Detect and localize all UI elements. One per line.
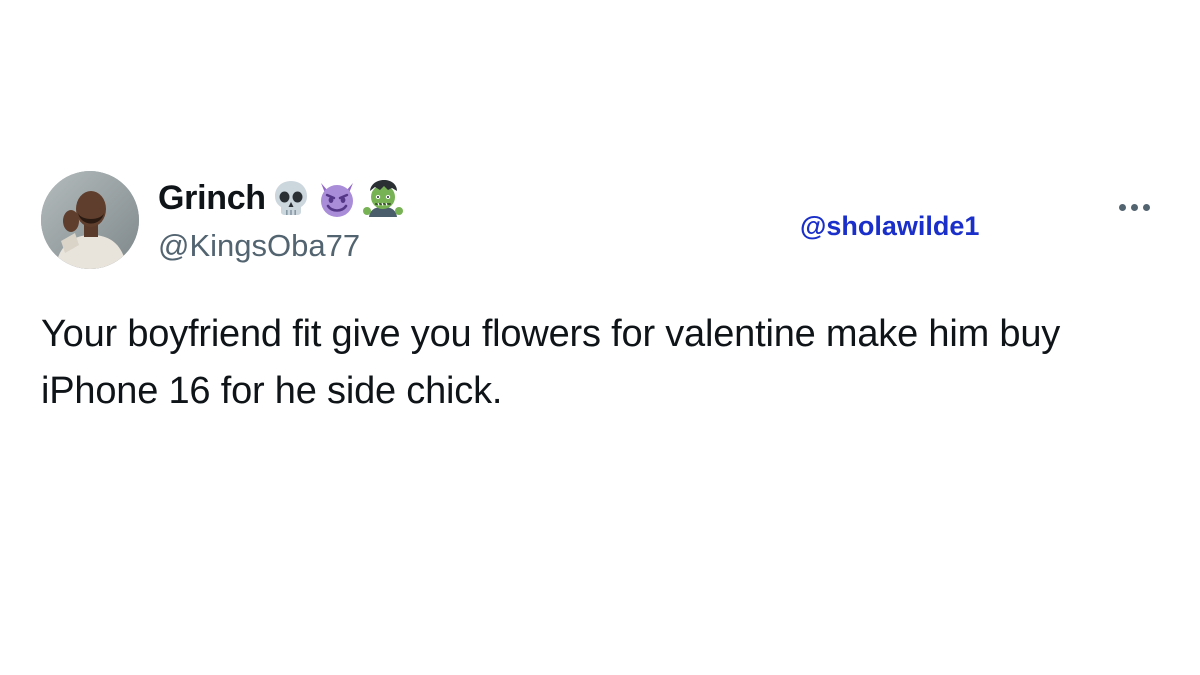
smiling-devil-emoji-icon xyxy=(316,177,358,219)
more-horizontal-icon-dot xyxy=(1130,203,1138,211)
author-handle[interactable]: @KingsOba77 xyxy=(158,226,360,266)
skull-emoji-icon xyxy=(270,177,312,219)
display-name-row: Grinch xyxy=(158,176,404,220)
zombie-emoji-icon xyxy=(362,177,404,219)
more-options-button[interactable] xyxy=(1113,195,1155,219)
avatar-photo xyxy=(41,171,139,269)
tweet-card: Grinch @KingsOba77 @sholawilde1 Your boy… xyxy=(0,0,1200,675)
more-horizontal-icon-dot xyxy=(1142,203,1150,211)
watermark-text: @sholawilde1 xyxy=(800,211,980,241)
more-horizontal-icon xyxy=(1118,203,1126,211)
author-avatar[interactable] xyxy=(41,171,139,269)
tweet-text: Your boyfriend fit give you flowers for … xyxy=(41,313,1061,412)
author-display-name[interactable]: Grinch xyxy=(158,176,266,220)
